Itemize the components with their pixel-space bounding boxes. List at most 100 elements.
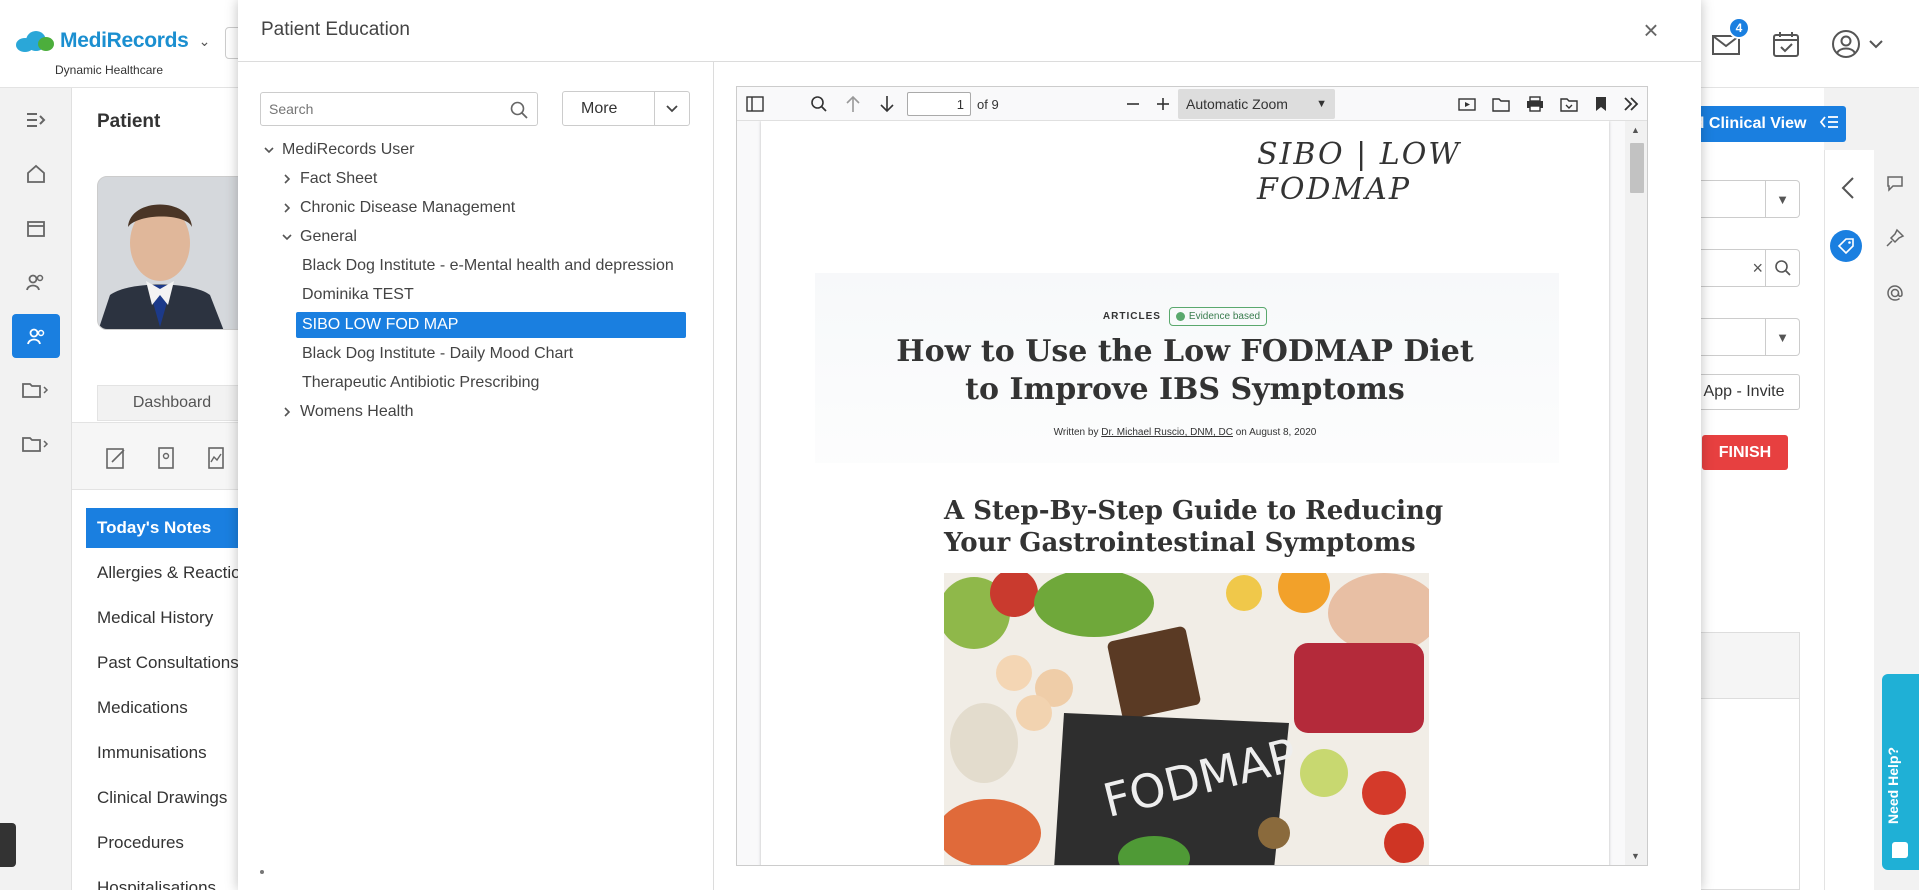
next-page-icon[interactable] — [875, 92, 899, 116]
previous-page-icon[interactable] — [841, 92, 865, 116]
folder-icon[interactable] — [12, 368, 60, 412]
chevron-down-icon[interactable] — [654, 92, 689, 125]
zoom-in-icon[interactable] — [1151, 92, 1175, 116]
scroll-down-icon[interactable]: ▼ — [1631, 851, 1640, 861]
tree-item-dominika-test[interactable]: Dominika TEST — [296, 282, 686, 308]
tree-item-label: Therapeutic Antibiotic Prescribing — [302, 374, 540, 391]
tree-item-black-dog-institute-e-mental-health-and-depression[interactable]: Black Dog Institute - e-Mental health an… — [296, 253, 686, 279]
search-icon[interactable] — [1765, 250, 1799, 286]
need-help-label: Need Help? — [1885, 746, 1901, 824]
app-invite-button[interactable]: App - Invite — [1688, 374, 1800, 410]
users-icon[interactable] — [12, 260, 60, 304]
article-tags: ARTICLES Evidence based — [761, 307, 1609, 326]
pin-icon[interactable] — [1880, 223, 1910, 253]
tree-item-label: MediRecords User — [282, 141, 415, 158]
download-icon[interactable] — [1557, 92, 1581, 116]
home-icon[interactable] — [12, 152, 60, 196]
byline-prefix: Written by — [1053, 427, 1099, 438]
chevron-down-icon[interactable] — [260, 144, 278, 156]
folder-transfer-icon[interactable] — [12, 422, 60, 466]
chevron-right-icon[interactable] — [278, 406, 296, 418]
patient-education-modal: Patient Education × More MediRecords Use… — [238, 0, 1701, 890]
tree-item-medirecords-user[interactable]: MediRecords User — [260, 137, 686, 163]
search-icon[interactable] — [509, 100, 529, 120]
nav-item-allergies-reactions[interactable]: Allergies & Reactions — [86, 553, 240, 593]
chart-document-icon[interactable] — [204, 445, 228, 471]
page-number-input[interactable] — [907, 92, 971, 116]
bookmark-icon[interactable] — [1589, 92, 1613, 116]
nav-item-past-consultations[interactable]: Past Consultations — [86, 643, 240, 683]
nav-item-procedures[interactable]: Procedures — [86, 823, 240, 863]
article-title-line-2: to Improve IBS Symptoms — [965, 372, 1405, 407]
tree-item-general[interactable]: General — [278, 224, 686, 250]
nav-item-medications[interactable]: Medications — [86, 688, 240, 728]
nav-item-clinical-drawings[interactable]: Clinical Drawings — [86, 778, 240, 818]
brand-name: MediRecords — [60, 29, 189, 52]
zoom-out-icon[interactable] — [1121, 92, 1145, 116]
calendar-check-icon[interactable] — [1770, 28, 1802, 60]
chat-icon[interactable] — [1880, 168, 1910, 198]
tree-item-black-dog-institute-daily-mood-chart[interactable]: Black Dog Institute - Daily Mood Chart — [296, 341, 686, 367]
zoom-select[interactable]: Automatic Zoom ▼ — [1178, 89, 1335, 119]
calendar-icon[interactable] — [12, 206, 60, 250]
nav-item-hospitalisations[interactable]: Hospitalisations — [86, 868, 240, 890]
scroll-up-icon[interactable]: ▲ — [1631, 125, 1640, 135]
clear-icon[interactable]: × — [1752, 258, 1763, 279]
pdf-scrollbar[interactable]: ▲ ▼ — [1625, 121, 1647, 865]
document-tree-pane: More MediRecords User Fact Sheet Chronic D… — [238, 62, 714, 890]
tree-item-label: Fact Sheet — [300, 170, 378, 187]
need-help-button[interactable]: Need Help? — [1882, 674, 1919, 870]
modal-title: Patient Education — [261, 19, 410, 40]
left-rail — [0, 88, 72, 890]
presentation-mode-icon[interactable] — [1455, 92, 1479, 116]
tree-search-field[interactable] — [260, 92, 538, 126]
search-icon[interactable] — [807, 92, 831, 116]
patient-icon[interactable] — [12, 314, 60, 358]
patient-record-icon[interactable] — [154, 445, 178, 471]
print-icon[interactable] — [1523, 92, 1547, 116]
tab-dashboard[interactable]: Dashboard — [97, 385, 247, 421]
sidebar-toggle-icon[interactable] — [743, 92, 767, 116]
tree-item-sibo-low-fod-map[interactable]: SIBO LOW FOD MAP — [296, 312, 686, 338]
handwritten-note: SIBO | LOW FODMAP — [1257, 137, 1462, 207]
brand-logo[interactable]: MediRecords ⌄ — [12, 28, 210, 54]
more-button[interactable]: More — [562, 91, 690, 126]
chevron-down-icon[interactable] — [278, 231, 296, 243]
collapse-list-icon — [1818, 114, 1840, 135]
mention-icon[interactable] — [1880, 278, 1910, 308]
chevron-down-icon: ▼ — [1765, 181, 1799, 217]
edit-note-icon[interactable] — [104, 445, 128, 471]
chevron-left-icon[interactable] — [1837, 174, 1859, 207]
modal-header: Patient Education × — [238, 0, 1701, 62]
nav-item-medical-history[interactable]: Medical History — [86, 598, 240, 638]
tree-item-label: Dominika TEST — [302, 286, 414, 303]
patient-photo — [97, 176, 247, 330]
pdf-document-area[interactable]: SIBO | LOW FODMAP ARTICLES Evidence base… — [737, 121, 1647, 865]
side-drawer-tab[interactable] — [0, 823, 16, 867]
expand-menu-icon[interactable] — [12, 98, 60, 142]
chevron-right-icon[interactable] — [278, 202, 296, 214]
tree-item-therapeutic-antibiotic-prescribing[interactable]: Therapeutic Antibiotic Prescribing — [296, 370, 686, 396]
tree-search-input[interactable] — [261, 93, 501, 125]
chevron-right-icon[interactable] — [278, 173, 296, 185]
scroll-thumb[interactable] — [1630, 143, 1644, 193]
brand-subtitle: Dynamic Healthcare — [55, 63, 164, 77]
user-account-icon[interactable] — [1830, 28, 1862, 60]
nav-item-today-s-notes[interactable]: Today's Notes — [86, 508, 240, 548]
open-file-icon[interactable] — [1489, 92, 1513, 116]
tools-menu-icon[interactable] — [1619, 92, 1643, 116]
resize-handle[interactable] — [260, 870, 264, 874]
chevron-down-icon[interactable] — [1866, 28, 1886, 60]
notification-badge: 4 — [1728, 17, 1750, 39]
tree-item-label: General — [300, 228, 357, 245]
close-icon[interactable]: × — [1636, 16, 1666, 46]
tree-item-label: Black Dog Institute - Daily Mood Chart — [302, 345, 574, 362]
tree-item-womens-health[interactable]: Womens Health — [278, 399, 686, 425]
tag-icon[interactable] — [1830, 230, 1862, 262]
tree-item-chronic-disease-management[interactable]: Chronic Disease Management — [278, 195, 686, 221]
chevron-down-icon[interactable]: ⌄ — [199, 33, 211, 50]
chevron-down-icon: ▼ — [1765, 319, 1799, 355]
finish-button[interactable]: FINISH — [1702, 435, 1788, 470]
nav-item-immunisations[interactable]: Immunisations — [86, 733, 240, 773]
tree-item-fact-sheet[interactable]: Fact Sheet — [278, 166, 686, 192]
